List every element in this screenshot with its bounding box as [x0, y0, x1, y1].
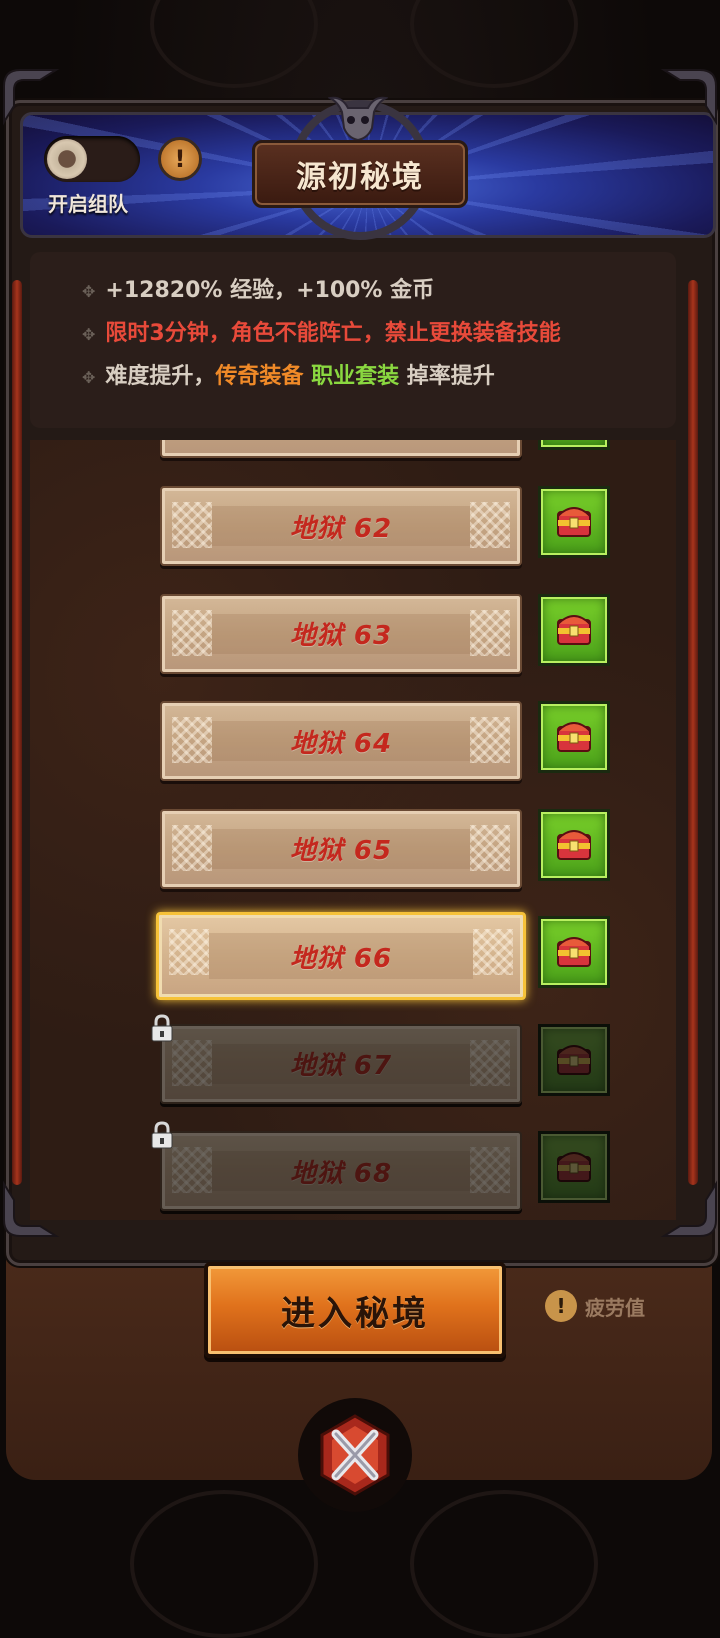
- level-label: 地狱 64: [289, 728, 393, 759]
- team-toggle-label: 开启组队: [48, 192, 128, 216]
- background-ornament: [410, 1490, 598, 1638]
- level-label: 地狱 65: [289, 836, 393, 866]
- exclamation-icon: !: [174, 145, 186, 173]
- fatigue-label: 疲劳值: [585, 1295, 645, 1320]
- info-button[interactable]: !: [158, 137, 202, 181]
- level-card-selected[interactable]: 地狱 66: [156, 912, 526, 1000]
- level-row: 地狱 64: [30, 701, 676, 781]
- reward-chest-button[interactable]: [538, 701, 610, 773]
- info-line-drops: ✥ 难度提升，传奇装备 职业套装 掉率提升: [82, 358, 495, 390]
- level-label: 地狱 67: [289, 1051, 393, 1081]
- fatigue-info[interactable]: ! 疲劳值: [545, 1290, 645, 1322]
- info-line-rules: ✥ 限时3分钟，角色不能阵亡，禁止更换装备技能: [82, 315, 561, 347]
- treasure-chest-icon: [552, 1036, 596, 1084]
- title-plate: 源初秘境: [252, 140, 468, 208]
- level-card[interactable]: 地狱 64: [160, 701, 522, 781]
- level-card[interactable]: 地狱 65: [160, 808, 522, 889]
- level-row: 地狱 68: [30, 1121, 676, 1211]
- level-list[interactable]: 地狱 62 地狱 63 地狱 64 地狱 65 地狱 66 地狱 67 地狱 68: [30, 440, 676, 1220]
- reward-chest-button[interactable]: [538, 916, 610, 988]
- legendary-gear-text: 传奇装备: [215, 364, 304, 389]
- level-label: 地狱 68: [289, 1158, 393, 1189]
- left-rail: [12, 280, 22, 1185]
- diamond-bullet-icon: ✥: [82, 325, 96, 344]
- diamond-bullet-icon: ✥: [82, 282, 96, 301]
- reward-chest-button[interactable]: [538, 1023, 610, 1096]
- lock-icon: [150, 1013, 174, 1042]
- reward-chest-partial[interactable]: [538, 440, 610, 450]
- page-title: 源初秘境: [296, 160, 424, 195]
- treasure-chest-icon: [552, 713, 596, 761]
- level-row: 地狱 63: [30, 593, 676, 674]
- level-row: 地狱 66: [30, 912, 676, 1000]
- class-set-text: 职业套装: [311, 364, 400, 389]
- skull-icon: [328, 96, 388, 142]
- diamond-bullet-icon: ✥: [82, 368, 96, 387]
- bonus-text: +12820% 经验，+100% 金币: [105, 278, 435, 303]
- enter-dungeon-button[interactable]: 进入秘境: [204, 1262, 506, 1358]
- reward-chest-button[interactable]: [538, 808, 610, 881]
- treasure-chest-icon: [552, 498, 596, 546]
- reward-chest-button[interactable]: [538, 486, 610, 558]
- drops-suffix: 掉率提升: [406, 364, 495, 389]
- info-line-bonus: ✥ +12820% 经验，+100% 金币: [82, 272, 434, 304]
- treasure-chest-icon: [552, 821, 596, 869]
- frame-corner-ornament: [660, 1180, 717, 1237]
- treasure-chest-icon: [552, 606, 596, 654]
- treasure-chest-icon: [552, 928, 596, 976]
- level-row: 地狱 65: [30, 808, 676, 889]
- enter-dungeon-label: 进入秘境: [281, 1293, 429, 1334]
- close-button[interactable]: [298, 1398, 412, 1512]
- level-row: 地狱 62: [30, 486, 676, 566]
- drops-prefix: 难度提升，: [105, 364, 216, 389]
- frame-corner-ornament: [660, 69, 717, 126]
- level-card[interactable]: 地狱 62: [160, 486, 522, 566]
- level-label: 地狱 63: [289, 621, 393, 651]
- level-card-partial[interactable]: [160, 440, 522, 458]
- rules-text: 限时3分钟，角色不能阵亡，禁止更换装备技能: [105, 321, 561, 346]
- level-label: 地狱 66: [289, 943, 393, 974]
- level-card[interactable]: 地狱 63: [160, 593, 522, 674]
- toggle-knob: [47, 139, 87, 179]
- exclamation-icon: !: [545, 1290, 577, 1322]
- team-toggle[interactable]: [44, 136, 140, 182]
- lock-icon: [150, 1121, 174, 1149]
- reward-chest-button[interactable]: [538, 593, 610, 666]
- frame-corner-ornament: [3, 1180, 60, 1237]
- level-row: 地狱 67: [30, 1013, 676, 1104]
- frame-corner-ornament: [3, 69, 60, 126]
- background-ornament: [130, 1490, 318, 1638]
- close-x-icon: [320, 1414, 390, 1496]
- level-row-partial: [30, 440, 676, 458]
- right-rail: [688, 280, 698, 1185]
- level-card[interactable]: 地狱 68: [160, 1131, 522, 1211]
- reward-chest-button[interactable]: [538, 1131, 610, 1203]
- level-card[interactable]: 地狱 67: [160, 1023, 522, 1104]
- level-label: 地狱 62: [289, 513, 393, 544]
- treasure-chest-icon: [552, 1143, 596, 1191]
